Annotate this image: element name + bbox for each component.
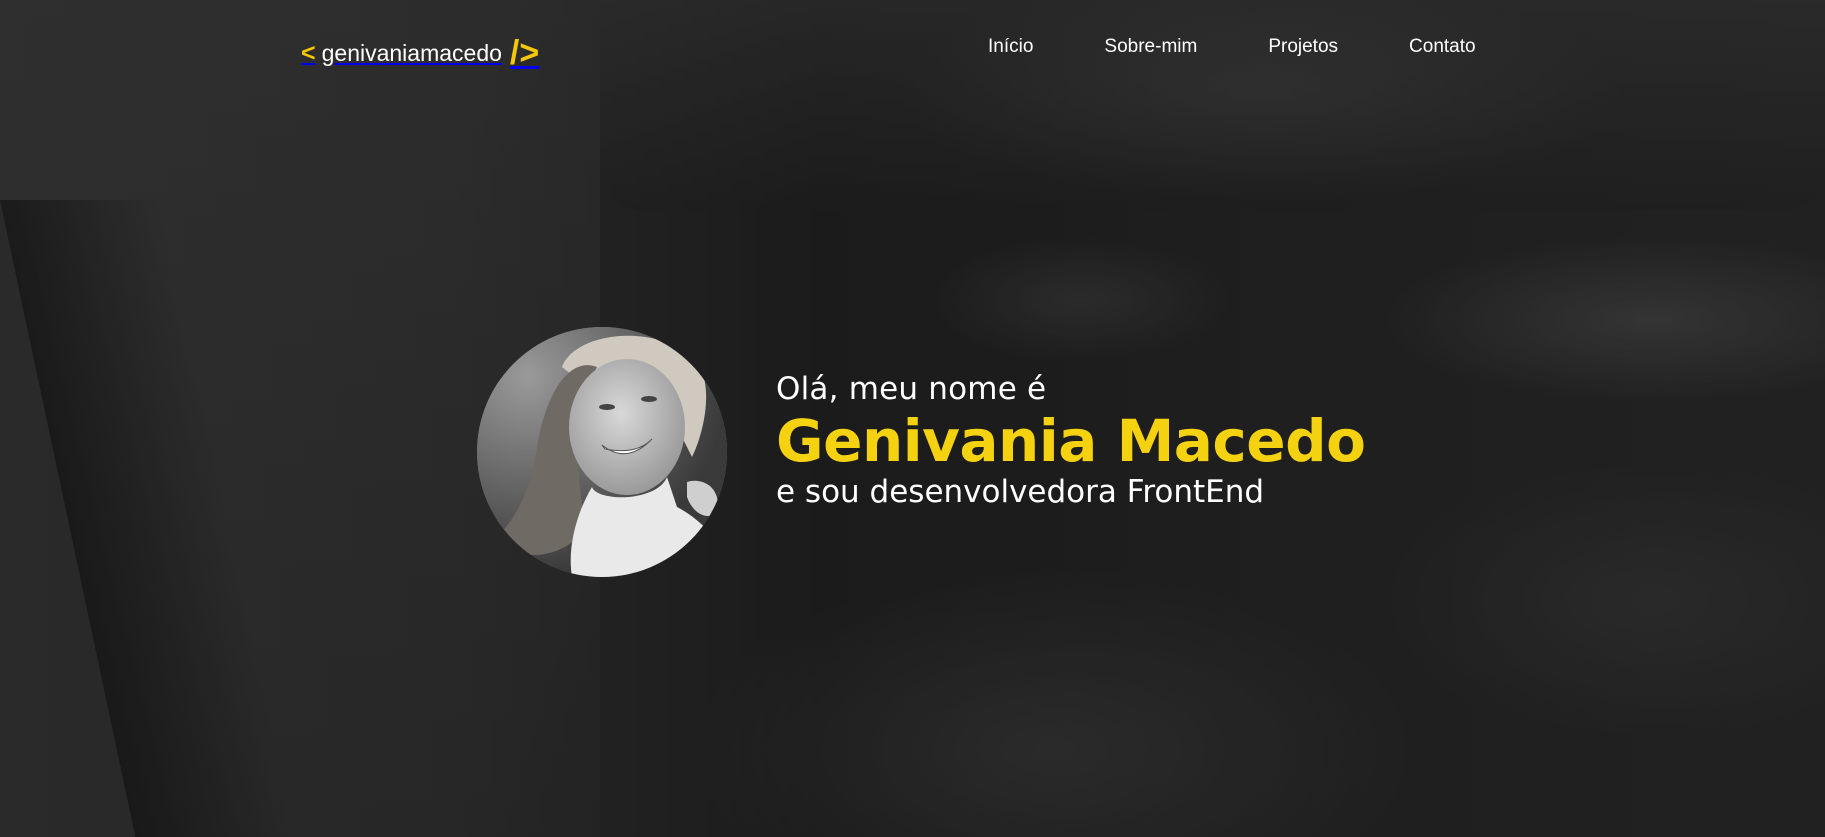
nav-item-projetos[interactable]: Projetos [1268,36,1338,58]
hero-text: Olá, meu nome é Genivania Macedo e sou d… [776,371,1366,510]
main-nav: Início Sobre-mim Projetos Contato [988,36,1476,58]
hero-greeting: Olá, meu nome é [776,371,1047,407]
profile-photo-icon [477,327,727,577]
nav-item-inicio[interactable]: Início [988,36,1033,58]
logo-link[interactable]: < genivaniamacedo /> [301,34,539,73]
profile-photo-illustration [477,327,727,577]
logo-open-bracket: < [301,39,316,67]
hero-role: e sou desenvolvedora FrontEnd [776,473,1265,510]
nav-item-sobre-mim[interactable]: Sobre-mim [1104,36,1197,58]
logo-close-bracket: /> [509,34,540,72]
hero-name: Genivania Macedo [776,407,1366,475]
logo-name: genivaniamacedo [321,40,502,66]
site-header: < genivaniamacedo /> Início Sobre-mim Pr… [0,0,1825,100]
nav-item-contato[interactable]: Contato [1409,36,1476,58]
